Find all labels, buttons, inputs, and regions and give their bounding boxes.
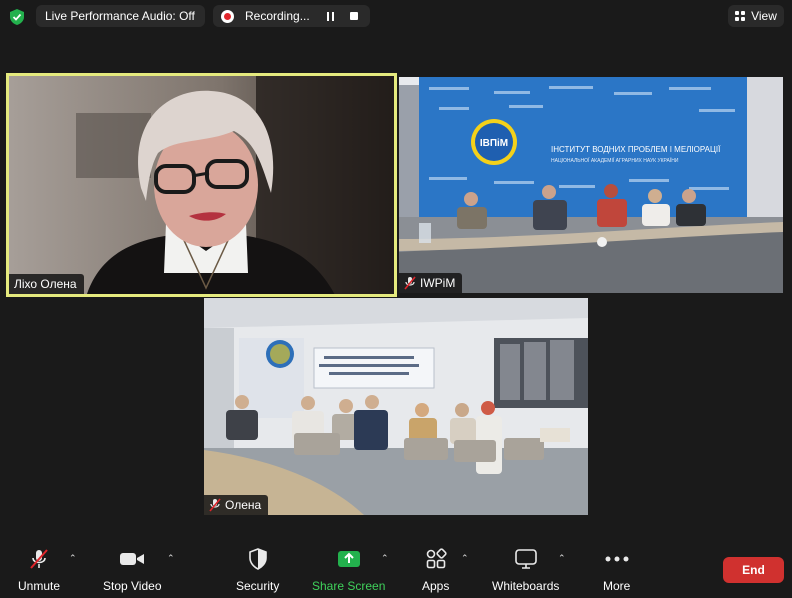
performance-audio-indicator[interactable]: Live Performance Audio: Off bbox=[36, 5, 205, 27]
security-label: Security bbox=[236, 579, 280, 593]
audio-options-chevron-icon[interactable]: ⌃ bbox=[69, 553, 77, 564]
stop-video-label: Stop Video bbox=[103, 579, 162, 593]
security-shield-icon bbox=[245, 548, 271, 570]
recording-indicator: Recording... bbox=[213, 5, 370, 27]
mic-muted-icon bbox=[26, 548, 52, 570]
more-dots-icon bbox=[604, 548, 630, 570]
participant-name-badge: Ліхо Олена bbox=[9, 274, 84, 294]
view-label: View bbox=[751, 9, 777, 23]
video-tile-speaker[interactable]: Ліхо Олена bbox=[6, 73, 397, 297]
participant-name-badge: Олена bbox=[204, 495, 269, 515]
grid-view-icon bbox=[735, 11, 746, 21]
mic-muted-icon bbox=[209, 498, 221, 512]
view-button[interactable]: View bbox=[728, 5, 784, 27]
meeting-top-bar: Live Performance Audio: Off Recording...… bbox=[0, 0, 792, 34]
whiteboard-icon bbox=[513, 548, 539, 570]
participant-name: Ліхо Олена bbox=[14, 277, 77, 291]
stop-recording-icon[interactable] bbox=[350, 12, 358, 20]
end-label: End bbox=[742, 563, 765, 577]
share-screen-button[interactable]: Share Screen bbox=[312, 548, 385, 593]
pause-recording-icon[interactable] bbox=[327, 11, 334, 21]
unmute-label: Unmute bbox=[18, 579, 61, 593]
more-button[interactable]: More bbox=[603, 548, 630, 593]
more-label: More bbox=[603, 579, 631, 593]
video-tile-iwpim[interactable]: ІВПіМ ІНСТИТУТ ВОДНИХ ПРОБЛЕМ І МЕЛІОРАЦ… bbox=[399, 77, 783, 293]
recording-label: Recording... bbox=[245, 9, 310, 23]
mic-muted-icon bbox=[404, 276, 416, 290]
end-meeting-button[interactable]: End bbox=[723, 557, 784, 583]
participant-name-badge: IWPiM bbox=[399, 273, 463, 293]
banner-logo-text: ІВПіМ bbox=[480, 138, 508, 149]
apps-grid-icon bbox=[423, 548, 449, 570]
banner-title: ІНСТИТУТ ВОДНИХ ПРОБЛЕМ І МЕЛІОРАЦІЇ bbox=[551, 145, 721, 154]
meeting-controls-bar: Unmute ⌃ Stop Video ⌃ Security Share Scr… bbox=[0, 538, 792, 598]
banner-subtitle: НАЦІОНАЛЬНОЇ АКАДЕМІЇ АГРАРНИХ НАУК УКРА… bbox=[551, 157, 679, 164]
whiteboards-label: Whiteboards bbox=[492, 579, 560, 593]
participant-name: IWPiM bbox=[420, 276, 456, 290]
stop-video-button[interactable]: Stop Video bbox=[103, 548, 162, 593]
video-camera-icon bbox=[119, 548, 145, 570]
security-button[interactable]: Security bbox=[236, 548, 279, 593]
unmute-button[interactable]: Unmute bbox=[18, 548, 60, 593]
video-options-chevron-icon[interactable]: ⌃ bbox=[167, 553, 175, 564]
speaker-video-frame bbox=[6, 73, 397, 297]
iwpim-video-frame: ІВПіМ ІНСТИТУТ ВОДНИХ ПРОБЛЕМ І МЕЛІОРАЦ… bbox=[399, 77, 783, 293]
performance-audio-label: Live Performance Audio: Off bbox=[45, 9, 195, 23]
video-tile-olena[interactable]: Олена bbox=[204, 298, 588, 515]
encryption-shield-icon[interactable] bbox=[8, 8, 26, 26]
share-options-chevron-icon[interactable]: ⌃ bbox=[381, 553, 389, 564]
share-screen-icon bbox=[336, 548, 362, 570]
whiteboards-options-chevron-icon[interactable]: ⌃ bbox=[558, 553, 566, 564]
whiteboards-button[interactable]: Whiteboards bbox=[492, 548, 559, 593]
apps-options-chevron-icon[interactable]: ⌃ bbox=[461, 553, 469, 564]
share-screen-label: Share Screen bbox=[312, 579, 386, 593]
apps-button[interactable]: Apps bbox=[422, 548, 449, 593]
participant-name: Олена bbox=[225, 498, 262, 512]
apps-label: Apps bbox=[422, 579, 450, 593]
olena-video-frame bbox=[204, 298, 588, 515]
record-icon bbox=[221, 9, 234, 23]
